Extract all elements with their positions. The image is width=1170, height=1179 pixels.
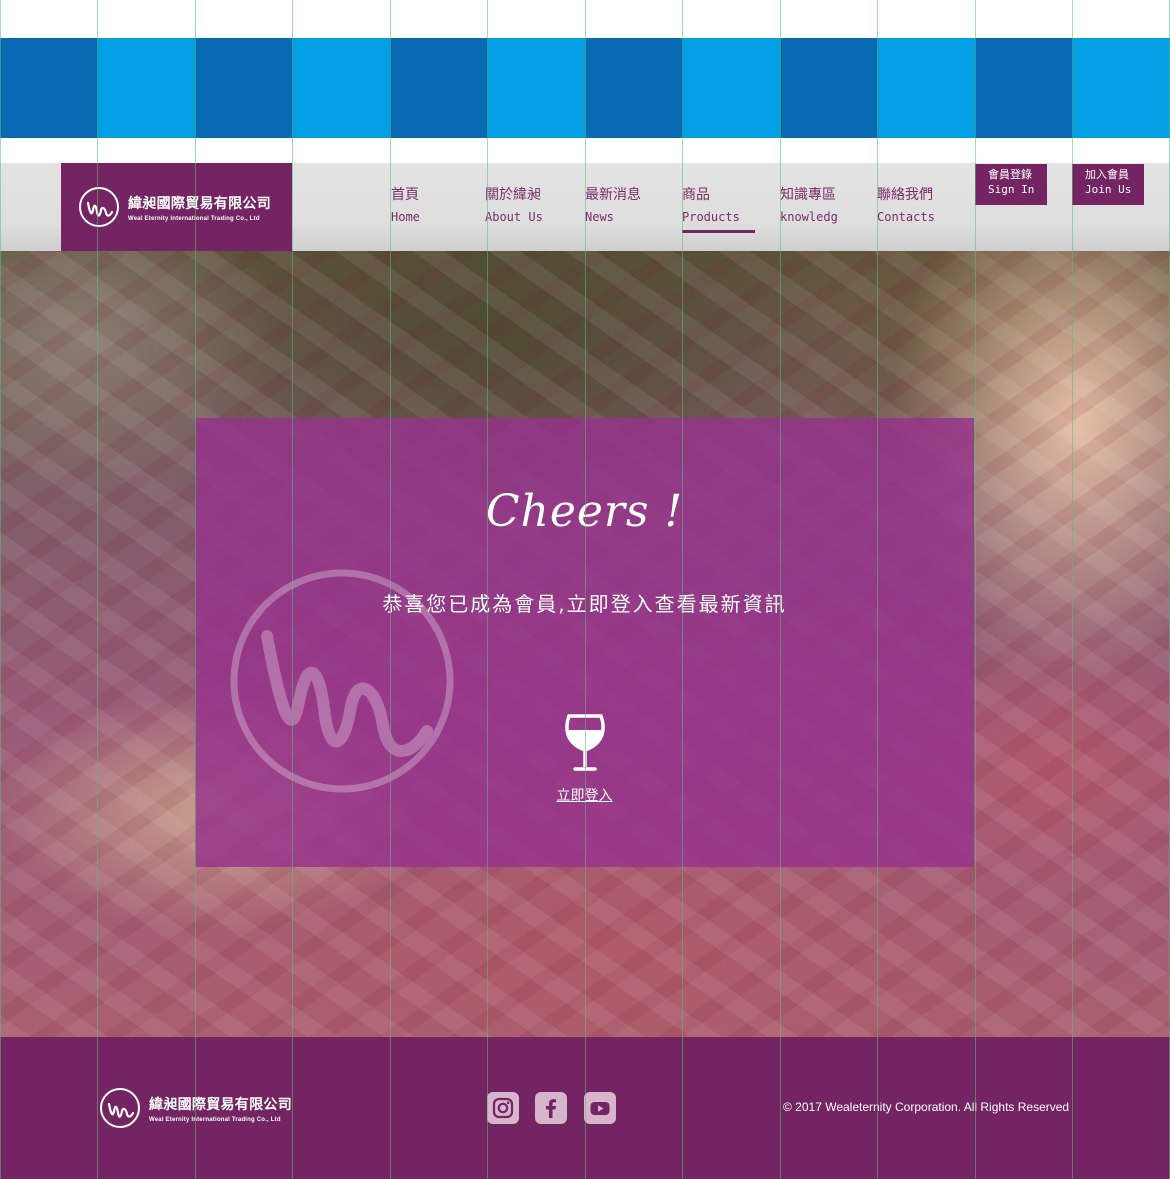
nav-label-en: Home [391, 210, 420, 224]
success-modal: Cheers ! 恭喜您已成為會員,立即登入查看最新資訊 立即登入 [195, 418, 974, 867]
join-label-zh: 加入會員 [1085, 168, 1129, 181]
youtube-glyph [590, 1102, 610, 1115]
band-cell [0, 38, 98, 138]
brand-logo-icon [100, 1088, 140, 1128]
instagram-glyph [492, 1097, 514, 1119]
nav-label-zh: 最新消息 [585, 187, 641, 203]
nav-label-en: knowledg [780, 210, 838, 224]
nav-item-products[interactable]: 商品 Products [682, 187, 755, 233]
nav-label-en: News [585, 210, 614, 224]
band-cell [682, 38, 780, 138]
nav-label-en: Contacts [877, 210, 935, 224]
brand-logo-icon [79, 187, 119, 227]
nav-label-en: About Us [485, 210, 543, 224]
band-cell [1072, 38, 1170, 138]
nav-item-contacts[interactable]: 聯絡我們 Contacts [877, 187, 935, 225]
nav-item-knowledge[interactable]: 知識專區 knowledg [780, 187, 838, 225]
nav-label-zh: 關於緯昶 [485, 187, 541, 203]
join-label-en: Join Us [1085, 183, 1132, 196]
band-cell [195, 38, 293, 138]
brand-name-en: Weal Eternity International Trading Co.,… [128, 215, 260, 222]
nav-label-zh: 商品 [682, 187, 710, 203]
facebook-glyph [546, 1099, 556, 1118]
brand-name-zh: 緯昶國際貿易有限公司 [128, 195, 271, 212]
nav-label-zh: 首頁 [391, 187, 419, 203]
band-cell [780, 38, 878, 138]
modal-heading: Cheers ! [485, 486, 684, 537]
footer-brand-name-en: Weal Eternity International Trading Co.,… [149, 1116, 281, 1123]
sign-in-button[interactable]: 會員登錄 Sign In [975, 164, 1047, 205]
youtube-icon[interactable] [584, 1092, 616, 1124]
nav-item-about[interactable]: 關於緯昶 About Us [485, 187, 543, 225]
login-now-link[interactable]: 立即登入 [195, 785, 974, 805]
facebook-icon[interactable] [535, 1092, 567, 1124]
nav-label-zh: 知識專區 [780, 187, 836, 203]
band-cell [390, 38, 488, 138]
join-button[interactable]: 加入會員 Join Us [1072, 164, 1144, 205]
copyright-text: © 2017 Wealeternity Corporation. All Rig… [783, 1100, 1070, 1114]
band-cell [487, 38, 585, 138]
nav-label-en: Products [682, 210, 740, 224]
modal-message: 恭喜您已成為會員,立即登入查看最新資訊 [382, 592, 787, 616]
sign-in-label-en: Sign In [988, 183, 1035, 196]
band-cell [97, 38, 195, 138]
site-header: 緯昶國際貿易有限公司 Weal Eternity International T… [0, 163, 1170, 251]
nav-label-zh: 聯絡我們 [877, 187, 933, 203]
footer-logo[interactable]: 緯昶國際貿易有限公司 Weal Eternity International T… [99, 1087, 292, 1129]
header-logo[interactable]: 緯昶國際貿易有限公司 Weal Eternity International T… [61, 163, 292, 251]
band-cell [877, 38, 975, 138]
instagram-icon[interactable] [487, 1092, 519, 1124]
site-footer: 緯昶國際貿易有限公司 Weal Eternity International T… [0, 1037, 1170, 1179]
nav-item-news[interactable]: 最新消息 News [585, 187, 641, 225]
footer-brand-name-zh: 緯昶國際貿易有限公司 [149, 1096, 292, 1113]
band-cell [585, 38, 683, 138]
wine-glass-icon[interactable] [563, 713, 607, 773]
nav-item-home[interactable]: 首頁 Home [391, 187, 420, 225]
band-cell [292, 38, 390, 138]
top-color-band [0, 38, 1170, 138]
sign-in-label-zh: 會員登錄 [988, 168, 1032, 181]
band-cell [975, 38, 1073, 138]
